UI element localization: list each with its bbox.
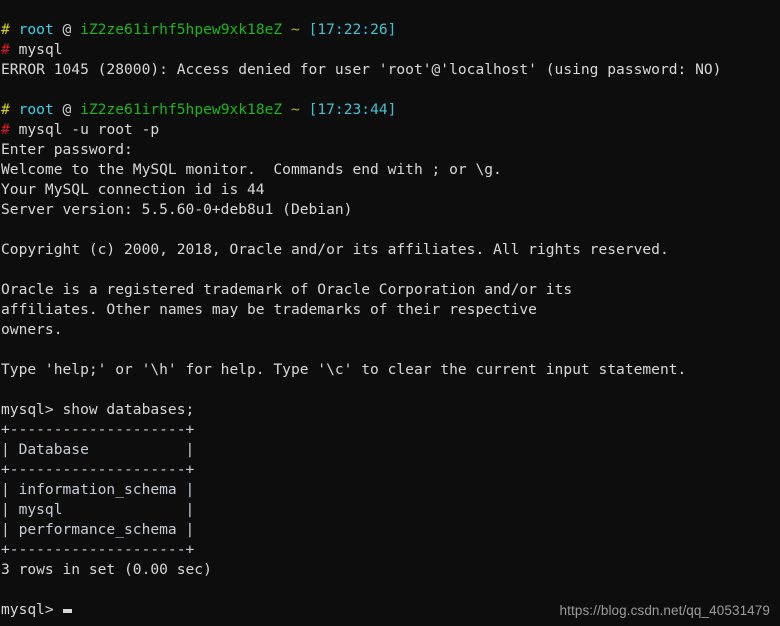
watermark-url: https://blog.csdn.net/qq_40531479 [559, 603, 770, 618]
table-row: | performance_schema | [1, 521, 195, 538]
shell-command-line-2: # mysql -u root -p [0, 120, 780, 140]
prompt-at-separator: @ [53, 21, 81, 38]
mysql-welcome-line: Welcome to the MySQL monitor. Commands e… [1, 161, 502, 178]
text-cursor [62, 609, 72, 613]
prompt-username: root [18, 101, 54, 118]
trademark-line-2: affiliates. Other names may be trademark… [1, 301, 537, 318]
prompt-path: ~ [282, 101, 309, 118]
command-hash-symbol: # [1, 41, 10, 58]
mysql-command-show-databases: mysql> show databases; [1, 401, 195, 418]
prompt-at-separator: @ [53, 101, 81, 118]
result-table-header-row: | Database | [1, 441, 195, 458]
result-table-bottom-border: +--------------------+ [1, 541, 195, 558]
mysql-prompt-label: mysql> [1, 601, 54, 618]
trademark-line-3: owners. [1, 321, 63, 338]
prompt-timestamp: [17:23:44] [308, 101, 397, 118]
prompt-hash-symbol: # [1, 101, 10, 118]
prompt-hostname: iZ2ze61irhf5hpew9xk18eZ [80, 101, 283, 118]
rows-in-set-status: 3 rows in set (0.00 sec) [1, 561, 212, 578]
shell-command-line-1: # mysql [0, 40, 780, 60]
error-output-line: ERROR 1045 (28000): Access denied for us… [1, 61, 722, 78]
shell-prompt-line-1: # root @ iZ2ze61irhf5hpew9xk18eZ ~ [17:2… [0, 20, 780, 40]
mysql-server-version-line: Server version: 5.5.60-0+deb8u1 (Debian) [1, 201, 353, 218]
command-text: mysql [9, 41, 63, 58]
table-row: | information_schema | [1, 481, 195, 498]
trademark-line-1: Oracle is a registered trademark of Orac… [1, 281, 573, 298]
table-row: | mysql | [1, 501, 195, 518]
terminal-window[interactable]: # root @ iZ2ze61irhf5hpew9xk18eZ ~ [17:2… [0, 0, 780, 626]
mysql-connection-id-line: Your MySQL connection id is 44 [1, 181, 265, 198]
shell-prompt-line-2: # root @ iZ2ze61irhf5hpew9xk18eZ ~ [17:2… [0, 100, 780, 120]
prompt-username: root [18, 21, 54, 38]
result-table-header-separator: +--------------------+ [1, 461, 195, 478]
copyright-line: Copyright (c) 2000, 2018, Oracle and/or … [1, 241, 669, 258]
prompt-path: ~ [282, 21, 309, 38]
help-hint-line: Type 'help;' or '\h' for help. Type '\c'… [1, 361, 687, 378]
prompt-hostname: iZ2ze61irhf5hpew9xk18eZ [80, 21, 283, 38]
result-table-top-border: +--------------------+ [1, 421, 195, 438]
prompt-hash-symbol: # [1, 21, 10, 38]
command-text: mysql -u root -p [9, 121, 160, 138]
command-hash-symbol: # [1, 121, 10, 138]
prompt-timestamp: [17:22:26] [308, 21, 397, 38]
enter-password-prompt: Enter password: [1, 141, 133, 158]
